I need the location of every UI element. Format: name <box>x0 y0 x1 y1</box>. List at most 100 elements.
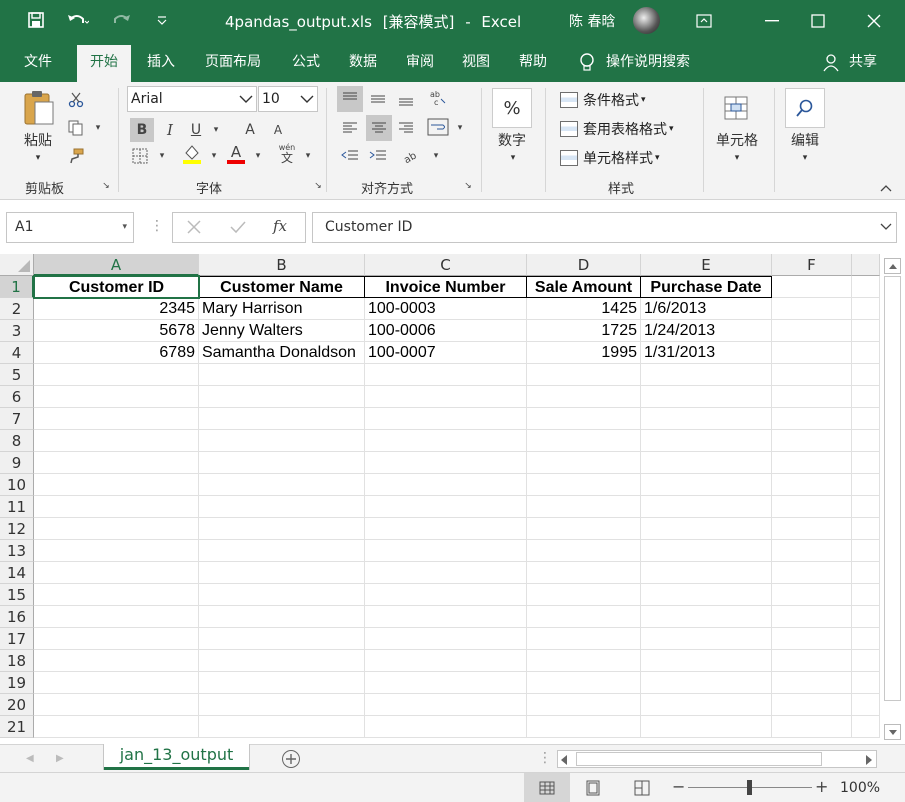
fill-color-dropdown-icon[interactable]: ▾ <box>204 146 224 166</box>
data-cell[interactable]: 100-0007 <box>365 342 527 364</box>
empty-cell[interactable] <box>34 452 199 474</box>
row-header[interactable]: 20 <box>0 694 34 716</box>
empty-cell[interactable] <box>527 628 641 650</box>
empty-cell[interactable] <box>199 628 365 650</box>
row-header[interactable]: 12 <box>0 518 34 540</box>
font-name-combo[interactable]: Arial <box>127 86 257 112</box>
empty-cell[interactable] <box>852 430 880 452</box>
row-header[interactable]: 7 <box>0 408 34 430</box>
align-top-icon[interactable] <box>337 86 363 112</box>
empty-cell[interactable] <box>365 430 527 452</box>
alignment-launcher-icon[interactable]: ↘ <box>462 180 474 192</box>
scroll-down-icon[interactable] <box>884 724 901 740</box>
column-header-a[interactable]: A <box>34 254 199 276</box>
cut-icon[interactable] <box>66 90 86 110</box>
grow-font-button[interactable]: A <box>240 118 260 142</box>
empty-cell[interactable] <box>772 430 852 452</box>
zoom-out-icon[interactable]: − <box>672 777 685 796</box>
vertical-scrollbar[interactable] <box>880 254 905 744</box>
new-sheet-icon[interactable] <box>281 749 301 773</box>
empty-cell[interactable] <box>772 474 852 496</box>
empty-cell[interactable] <box>527 408 641 430</box>
close-icon[interactable] <box>851 0 897 42</box>
empty-cell[interactable] <box>527 474 641 496</box>
cells-icon[interactable] <box>716 88 756 128</box>
empty-cell[interactable] <box>527 540 641 562</box>
empty-cell[interactable] <box>199 606 365 628</box>
empty-cell[interactable] <box>34 562 199 584</box>
empty-cell[interactable] <box>527 694 641 716</box>
empty-cell[interactable] <box>34 518 199 540</box>
row-header[interactable]: 11 <box>0 496 34 518</box>
empty-cell[interactable] <box>365 496 527 518</box>
format-as-table-button[interactable]: 套用表格格式 ▾ <box>560 117 674 141</box>
empty-cell[interactable] <box>772 298 852 320</box>
borders-icon[interactable] <box>130 146 150 166</box>
empty-cell[interactable] <box>199 716 365 738</box>
redo-icon[interactable] <box>104 8 140 32</box>
insert-function-icon[interactable]: fx <box>273 217 287 235</box>
data-cell[interactable]: 1995 <box>527 342 641 364</box>
row-header[interactable]: 2 <box>0 298 34 320</box>
search-icon[interactable] <box>785 88 825 128</box>
drag-handle-icon[interactable]: ⋮ <box>150 218 164 234</box>
empty-cell[interactable] <box>365 408 527 430</box>
italic-button[interactable]: I <box>159 118 181 142</box>
empty-cell[interactable] <box>199 694 365 716</box>
wrap-text-icon[interactable] <box>426 117 450 137</box>
fill-color-icon[interactable] <box>182 144 202 164</box>
empty-cell[interactable] <box>365 386 527 408</box>
empty-cell[interactable] <box>527 606 641 628</box>
row-header[interactable]: 19 <box>0 672 34 694</box>
normal-view-icon[interactable] <box>524 773 570 802</box>
bold-button[interactable]: B <box>130 118 154 142</box>
conditional-formatting-button[interactable]: 条件格式 ▾ <box>560 88 646 112</box>
data-cell[interactable]: 1425 <box>527 298 641 320</box>
data-cell[interactable]: 100-0003 <box>365 298 527 320</box>
empty-cell[interactable] <box>641 496 772 518</box>
empty-cell[interactable] <box>772 628 852 650</box>
share-button[interactable]: 共享 <box>843 42 883 82</box>
empty-cell[interactable] <box>199 474 365 496</box>
empty-cell[interactable] <box>772 562 852 584</box>
empty-cell[interactable] <box>34 672 199 694</box>
column-header-c[interactable]: C <box>365 254 527 276</box>
empty-cell[interactable] <box>199 562 365 584</box>
empty-cell[interactable] <box>199 496 365 518</box>
empty-cell[interactable] <box>852 606 880 628</box>
worksheet-grid[interactable]: A B C D E F 1 2 3 4 5 6 7 8 9 10 11 12 13 14 15 16 17 18 1… <box>0 254 880 744</box>
data-cell[interactable]: Jenny Walters <box>199 320 365 342</box>
empty-cell[interactable] <box>641 408 772 430</box>
font-size-combo[interactable]: 10 <box>258 86 318 112</box>
paste-button[interactable]: 粘贴 <box>18 130 58 150</box>
empty-cell[interactable] <box>199 408 365 430</box>
font-color-icon[interactable]: A <box>226 144 246 164</box>
header-cell[interactable]: Customer ID <box>33 275 200 299</box>
empty-cell[interactable] <box>34 650 199 672</box>
header-cell[interactable]: Sale Amount <box>527 276 641 298</box>
empty-cell[interactable] <box>34 430 199 452</box>
empty-cell[interactable] <box>199 430 365 452</box>
share-person-icon[interactable] <box>823 54 839 76</box>
empty-cell[interactable] <box>852 716 880 738</box>
clipboard-launcher-icon[interactable]: ↘ <box>100 180 112 192</box>
column-header-g[interactable] <box>852 254 880 276</box>
empty-cell[interactable] <box>199 650 365 672</box>
next-sheet-icon[interactable]: ▶ <box>56 753 64 764</box>
empty-cell[interactable] <box>365 452 527 474</box>
align-center-icon[interactable] <box>366 115 392 141</box>
row-header[interactable]: 9 <box>0 452 34 474</box>
empty-cell[interactable] <box>365 716 527 738</box>
empty-cell[interactable] <box>852 276 880 298</box>
empty-cell[interactable] <box>852 518 880 540</box>
empty-cell[interactable] <box>365 650 527 672</box>
empty-cell[interactable] <box>199 518 365 540</box>
column-header-f[interactable]: F <box>772 254 852 276</box>
tab-view[interactable]: 视图 <box>451 42 501 82</box>
row-header[interactable]: 15 <box>0 584 34 606</box>
empty-cell[interactable] <box>199 672 365 694</box>
empty-cell[interactable] <box>852 650 880 672</box>
empty-cell[interactable] <box>852 672 880 694</box>
empty-cell[interactable] <box>641 562 772 584</box>
number-group-label[interactable]: 数字 <box>489 130 535 150</box>
